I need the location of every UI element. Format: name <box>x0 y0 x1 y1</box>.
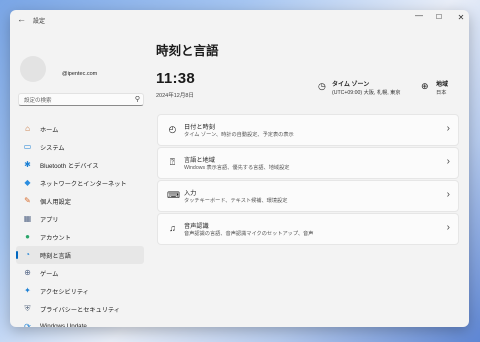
sidebar-item-system[interactable]: ▭ システム <box>16 138 144 156</box>
bluetooth-icon: ✱ <box>24 160 31 169</box>
card-title: 入力 <box>184 190 197 197</box>
sidebar-item-apps[interactable]: ▦ アプリ <box>16 210 144 228</box>
card-subtitle: Windows 表示言語、優先する言語、地域設定 <box>184 165 290 171</box>
account-email: @ipentec.com <box>62 71 98 77</box>
chevron-right-icon: › <box>446 123 450 134</box>
sidebar-item-label: システム <box>40 145 65 152</box>
sidebar-item-label: ホーム <box>40 127 59 134</box>
card-date-time[interactable]: ◴ 日付と時刻 タイム ゾーン、時計の自動設定、予定表の表示 › <box>157 114 459 146</box>
chevron-right-icon: › <box>446 189 450 200</box>
sidebar-item-privacy-security[interactable]: ⛨ プライバシーとセキュリティ <box>16 300 144 318</box>
shield-icon: ⛨ <box>24 304 31 313</box>
maximize-button[interactable]: ☐ <box>432 13 446 21</box>
sidebar-item-label: 時刻と言語 <box>40 253 71 260</box>
card-subtitle: 音声認識の言語、音声認識マイクのセットアップ、音声 <box>184 231 314 237</box>
search-icon: ⚲ <box>134 96 140 103</box>
timezone-title: タイム ゾーン <box>332 82 370 88</box>
search-placeholder: 設定の検索 <box>24 98 52 104</box>
speech-icon: ♫ <box>169 223 176 233</box>
current-date: 2024年12月8日 <box>156 93 194 99</box>
main-content: 時刻と言語 11:38 2024年12月8日 ◷ タイム ゾーン (UTC+09… <box>155 30 465 327</box>
time-language-icon: ◔ <box>25 250 30 259</box>
avatar[interactable] <box>20 56 46 82</box>
clock-calendar-icon: ◴ <box>168 124 177 134</box>
card-title: 音声認識 <box>184 223 209 230</box>
sidebar-item-accounts[interactable]: ● アカウント <box>16 228 144 246</box>
timezone-icon: ◷ <box>318 81 326 91</box>
sidebar-nav: ⌂ ホーム ▭ システム ✱ Bluetooth とデバイス ◆ ネットワークとインターネット… <box>16 120 144 327</box>
search-input[interactable]: 設定の検索 ⚲ <box>18 93 144 106</box>
settings-window: ← 設定 — ☐ ✕ @ipentec.com 設定の検索 ⚲ ⌂ ホーム ▭ システ… <box>10 10 469 327</box>
home-icon: ⌂ <box>25 124 30 133</box>
close-button[interactable]: ✕ <box>454 13 468 22</box>
card-subtitle: タッチキーボード、テキスト候補、環境設定 <box>184 198 288 204</box>
minimize-button[interactable]: — <box>412 11 426 20</box>
card-language-region[interactable]: ⍰ 言語と地域 Windows 表示言語、優先する言語、地域設定 › <box>157 147 459 179</box>
card-title: 日付と時刻 <box>184 124 215 131</box>
card-title: 言語と地域 <box>184 157 215 164</box>
sidebar-item-home[interactable]: ⌂ ホーム <box>16 120 144 138</box>
sidebar-item-label: Windows Update <box>40 323 87 327</box>
system-icon: ▭ <box>23 142 32 151</box>
chevron-right-icon: › <box>446 156 450 167</box>
current-time: 11:38 <box>156 70 196 87</box>
language-icon: ⍰ <box>169 157 176 167</box>
sidebar-item-label: Bluetooth とデバイス <box>40 163 99 170</box>
windows-update-icon: ⟳ <box>24 322 31 327</box>
sidebar-item-label: アプリ <box>40 217 59 224</box>
brush-icon: ✎ <box>24 196 31 205</box>
sidebar-item-network-internet[interactable]: ◆ ネットワークとインターネット <box>16 174 144 192</box>
sidebar-item-label: 個人用設定 <box>40 199 71 206</box>
card-typing[interactable]: ⌨ 入力 タッチキーボード、テキスト候補、環境設定 › <box>157 180 459 212</box>
page-title: 時刻と言語 <box>156 44 219 58</box>
sidebar-item-bluetooth-devices[interactable]: ✱ Bluetooth とデバイス <box>16 156 144 174</box>
title-bar: ← 設定 — ☐ ✕ <box>10 10 469 30</box>
sidebar-item-label: プライバシーとセキュリティ <box>40 307 120 314</box>
timezone-value: (UTC+09:00) 大阪, 札幌, 東京 <box>332 90 401 96</box>
window-title: 設定 <box>33 19 46 25</box>
sidebar-item-label: アカウント <box>40 235 71 242</box>
sidebar-item-label: アクセシビリティ <box>40 289 89 296</box>
account-icon: ● <box>25 232 30 241</box>
apps-icon: ▦ <box>23 214 32 223</box>
sidebar-item-accessibility[interactable]: ✦ アクセシビリティ <box>16 282 144 300</box>
sidebar-item-label: ネットワークとインターネット <box>40 181 127 188</box>
sidebar-item-windows-update[interactable]: ⟳ Windows Update <box>16 318 144 327</box>
keyboard-icon: ⌨ <box>167 190 180 200</box>
globe-icon: ⊕ <box>421 81 429 91</box>
region-title: 地域 <box>436 82 449 88</box>
back-arrow-icon[interactable]: ← <box>17 14 26 24</box>
gaming-icon: ⊕ <box>24 268 31 277</box>
sidebar-item-label: ゲーム <box>40 271 59 278</box>
sidebar-item-gaming[interactable]: ⊕ ゲーム <box>16 264 144 282</box>
card-speech[interactable]: ♫ 音声認識 音声認識の言語、音声認識マイクのセットアップ、音声 › <box>157 213 459 245</box>
card-subtitle: タイム ゾーン、時計の自動設定、予定表の表示 <box>184 132 294 138</box>
accessibility-icon: ✦ <box>24 286 31 295</box>
sidebar: @ipentec.com 設定の検索 ⚲ ⌂ ホーム ▭ システム ✱ Bluetooth… <box>10 30 150 327</box>
sidebar-item-time-language[interactable]: ◔ 時刻と言語 <box>16 246 144 264</box>
sidebar-item-personalization[interactable]: ✎ 個人用設定 <box>16 192 144 210</box>
wifi-icon: ◆ <box>24 178 31 187</box>
chevron-right-icon: › <box>446 222 450 233</box>
region-value: 日本 <box>436 90 447 96</box>
